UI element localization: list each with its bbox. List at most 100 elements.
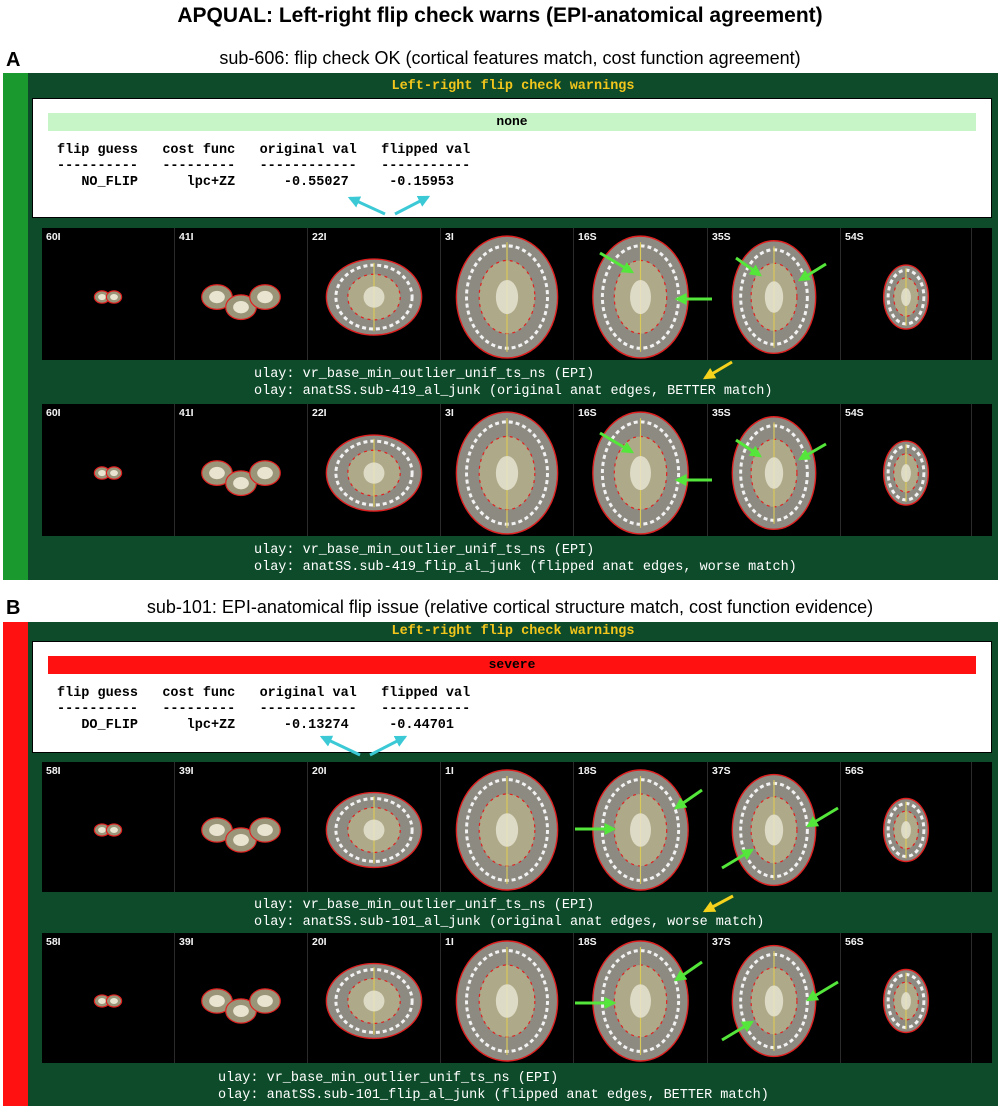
slice-label: 16S [578, 231, 597, 243]
slice-label: 16S [578, 407, 597, 419]
panel-a-flip-table: flip guess cost func original val flippe… [57, 143, 470, 191]
brain-slice: 1I [441, 762, 574, 892]
brain-slice: 54S [841, 404, 972, 536]
brain-slice-image [93, 290, 123, 304]
brain-slice-image [201, 988, 281, 1024]
panel-a-warning-box: none flip guess cost func original val f… [32, 98, 992, 218]
slice-label: 56S [845, 765, 864, 777]
slice-label: 22I [312, 407, 327, 419]
brain-slice: 22I [308, 228, 441, 360]
brain-slice: 20I [308, 933, 441, 1063]
slice-label: 39I [179, 765, 194, 777]
brain-slice: 41I [175, 228, 308, 360]
brain-slice-image [592, 411, 689, 535]
brain-slice-image [455, 235, 559, 359]
panel-b-strip-flipped: 58I 39I 20I 1I 18S 37S 56S [42, 933, 992, 1063]
panel-a-warn-title: Left-right flip check warnings [391, 79, 635, 94]
slice-label: 39I [179, 936, 194, 948]
brain-slice: 56S [841, 933, 972, 1063]
panel-b-caption-original: ulay: vr_base_min_outlier_unif_ts_ns (EP… [254, 898, 765, 930]
table-row: NO_FLIP lpc+ZZ -0.55027 -0.15953 [81, 175, 454, 190]
table-dashes: ---------- --------- ------------ ------… [57, 159, 471, 174]
brain-slice-image [882, 440, 930, 506]
panel-a-frame: Left-right flip check warnings none flip… [28, 73, 998, 580]
panel-a-status-bar [3, 73, 28, 580]
brain-slice: 58I [42, 933, 175, 1063]
brain-slice: 37S [708, 762, 841, 892]
brain-slice: 35S [708, 404, 841, 536]
brain-slice-image [731, 773, 817, 887]
panel-b-flip-table: flip guess cost func original val flippe… [57, 686, 470, 734]
brain-slice: 39I [175, 933, 308, 1063]
slice-label: 54S [845, 407, 864, 419]
panel-a-caption-original: ulay: vr_base_min_outlier_unif_ts_ns (EP… [254, 367, 773, 399]
brain-slice: 41I [175, 404, 308, 536]
brain-slice-image [882, 797, 930, 863]
slice-label: 20I [312, 765, 327, 777]
brain-slice-image [455, 411, 559, 535]
brain-slice: 18S [574, 933, 708, 1063]
brain-slice: 60I [42, 228, 175, 360]
brain-slice-image [93, 466, 123, 480]
brain-slice-image [201, 460, 281, 497]
slice-label: 35S [712, 407, 731, 419]
brain-slice-image [325, 258, 423, 336]
panel-b-strip-original: 58I 39I 20I 1I 18S 37S 56S [42, 762, 992, 892]
brain-slice: 20I [308, 762, 441, 892]
panel-a-letter: A [6, 49, 21, 71]
brain-slice-image [93, 994, 123, 1008]
brain-slice: 18S [574, 762, 708, 892]
brain-slice: 3I [441, 404, 574, 536]
slice-label: 3I [445, 231, 454, 243]
slice-label: 18S [578, 936, 597, 948]
brain-slice-image [592, 940, 689, 1062]
slice-label: 41I [179, 231, 194, 243]
panel-b-caption-flipped: ulay: vr_base_min_outlier_unif_ts_ns (EP… [218, 1071, 769, 1103]
brain-slice-image [731, 944, 817, 1058]
slice-label: 18S [578, 765, 597, 777]
brain-slice-image [882, 264, 930, 330]
panel-b-frame: Left-right flip check warnings severe fl… [28, 622, 998, 1106]
brain-slice: 54S [841, 228, 972, 360]
brain-slice-image [325, 434, 423, 512]
slice-label: 58I [46, 936, 61, 948]
brain-slice-image [455, 940, 559, 1062]
panel-b-level-badge: severe [48, 656, 976, 674]
brain-slice: 35S [708, 228, 841, 360]
brain-slice: 22I [308, 404, 441, 536]
brain-slice: 60I [42, 404, 175, 536]
slice-label: 1I [445, 936, 454, 948]
brain-slice-image [592, 769, 689, 891]
slice-label: 56S [845, 936, 864, 948]
brain-slice-image [731, 240, 817, 355]
brain-slice: 37S [708, 933, 841, 1063]
panel-b-heading: sub-101: EPI-anatomical flip issue (rela… [146, 597, 874, 617]
panel-a-strip-original: 60I 41I 22I 3I 16S 35S 54S [42, 228, 992, 360]
slice-label: 58I [46, 765, 61, 777]
slice-label: 41I [179, 407, 194, 419]
brain-slice-image [325, 791, 423, 869]
table-dashes: ---------- --------- ------------ ------… [57, 702, 471, 717]
slice-label: 37S [712, 936, 731, 948]
brain-slice-image [201, 817, 281, 853]
slice-label: 20I [312, 936, 327, 948]
brain-slice: 1I [441, 933, 574, 1063]
panel-b-letter: B [6, 597, 21, 619]
brain-slice: 16S [574, 404, 708, 536]
brain-slice: 16S [574, 228, 708, 360]
slice-label: 35S [712, 231, 731, 243]
brain-slice-image [201, 284, 281, 321]
brain-slice: 58I [42, 762, 175, 892]
slice-label: 37S [712, 765, 731, 777]
table-header: flip guess cost func original val flippe… [57, 686, 471, 701]
slice-label: 1I [445, 765, 454, 777]
brain-slice-image [592, 235, 689, 359]
table-row: DO_FLIP lpc+ZZ -0.13274 -0.44701 [81, 718, 454, 733]
brain-slice: 39I [175, 762, 308, 892]
slice-label: 3I [445, 407, 454, 419]
slice-label: 60I [46, 407, 61, 419]
panel-a-strip-flipped: 60I 41I 22I 3I 16S 35S 54S [42, 404, 992, 536]
brain-slice-image [882, 968, 930, 1034]
table-header: flip guess cost func original val flippe… [57, 143, 471, 158]
slice-label: 60I [46, 231, 61, 243]
